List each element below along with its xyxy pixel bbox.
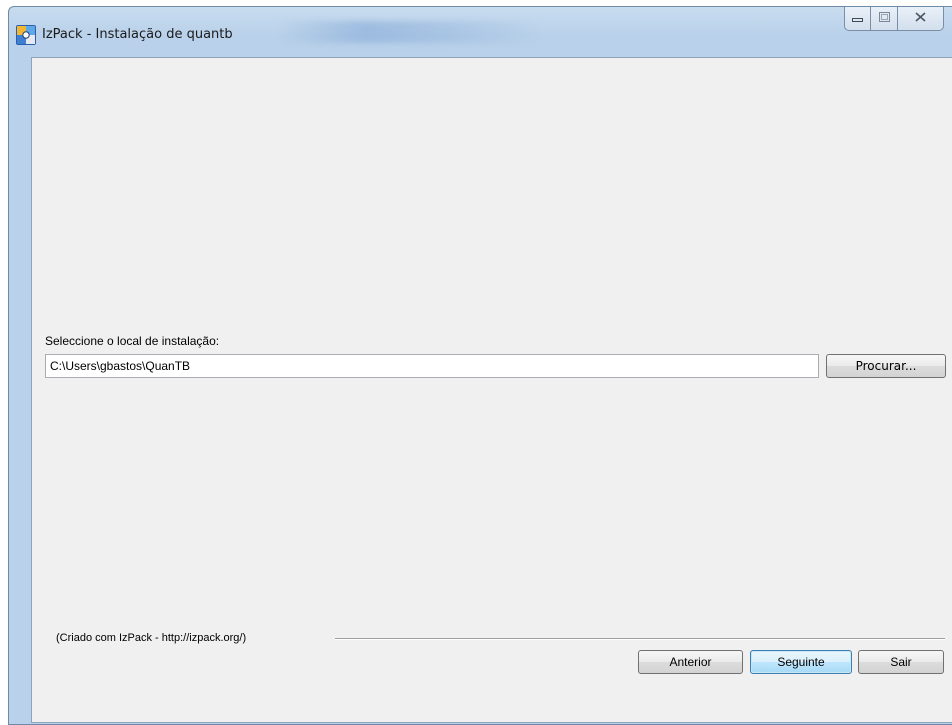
window-controls [844,7,944,31]
exit-button[interactable]: Sair [858,650,944,674]
izpack-app-icon [16,25,36,45]
close-button[interactable] [898,7,944,31]
footer-separator [335,638,945,640]
install-location-label: Seleccione o local de instalação: [45,334,220,348]
install-path-input[interactable] [45,354,819,378]
izpack-credit: (Criado com IzPack - http://izpack.org/) [56,632,247,644]
next-button[interactable]: Seguinte [750,650,852,674]
maximize-icon [878,12,890,25]
installer-panel: Seleccione o local de instalação: Procur… [31,57,952,723]
previous-button[interactable]: Anterior [638,650,743,674]
titlebar-background-reflection [279,21,539,43]
maximize-button[interactable] [871,7,898,31]
browse-button[interactable]: Procurar... [826,354,946,378]
close-icon [915,12,926,25]
installer-window: IzPack - Instalação de quantb Seleccione… [8,6,952,725]
window-title: IzPack - Instalação de quantb [42,27,233,42]
title-bar[interactable]: IzPack - Instalação de quantb [9,7,952,57]
footer-credit-row: (Criado com IzPack - http://izpack.org/) [45,632,945,646]
minimize-icon [852,13,863,25]
minimize-button[interactable] [844,7,871,31]
